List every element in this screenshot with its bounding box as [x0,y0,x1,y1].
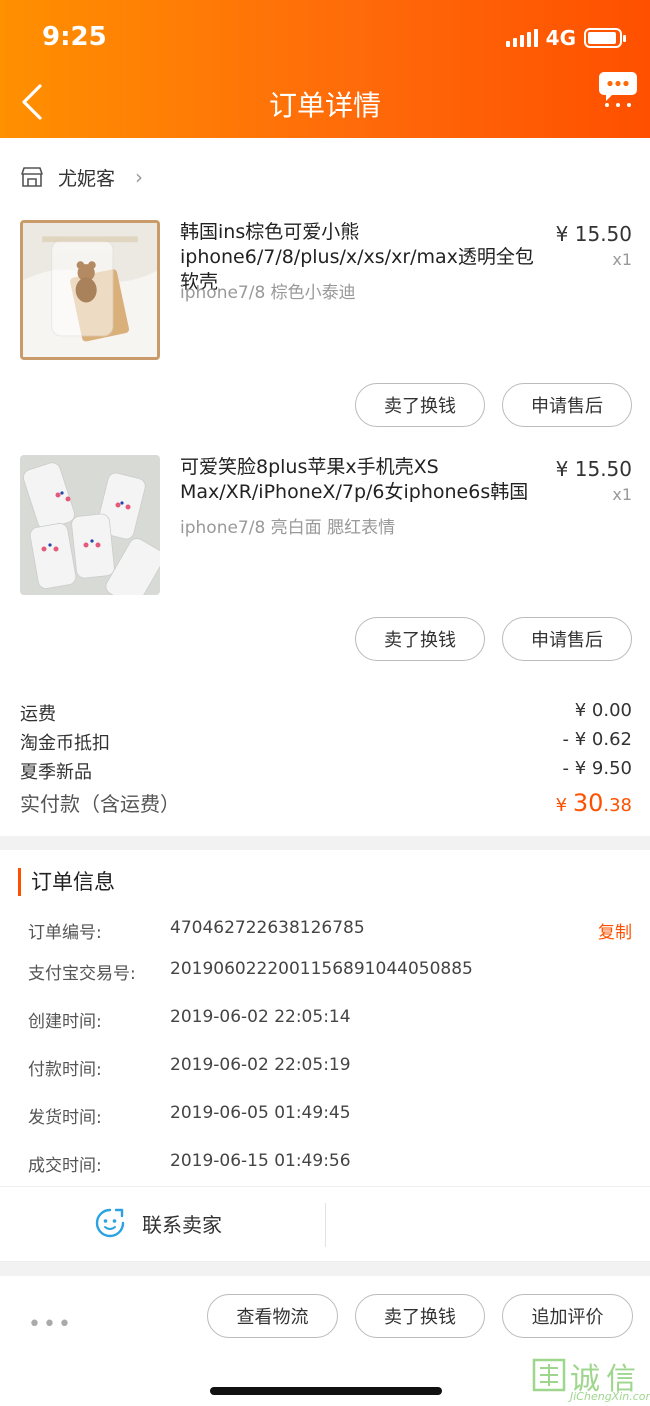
info-label: 创建时间: [28,1012,102,1032]
more-chat-icon[interactable] [598,68,638,108]
item-sku: iphone7/8 棕色小泰迪 [180,283,356,303]
order-info-title: 订单信息 [18,868,115,896]
info-label: 成交时间: [28,1156,102,1176]
add-review-button[interactable]: 追加评价 [502,1294,633,1338]
home-indicator [210,1387,442,1395]
battery-icon [584,28,626,48]
total-paid-row: 实付款（含运费） ¥ 30.38 [20,788,632,817]
section-divider [0,836,650,850]
info-label: 发货时间: [28,1108,102,1128]
sell-button[interactable]: 卖了换钱 [355,617,485,661]
shop-name: 尤妮客 [58,167,116,190]
watermark-logo-icon [532,1358,566,1392]
store-icon [21,167,43,187]
contact-seller-button[interactable]: 联系卖家 [94,1207,222,1239]
item-title[interactable]: 可爱笑脸8plus苹果x手机壳XS Max/XR/iPhoneX/7p/6女ip… [180,455,548,505]
fee-label: 夏季新品 [20,762,92,783]
watermark: 诚信 JiChengXin.com [530,1352,650,1406]
sell-button[interactable]: 卖了换钱 [355,1294,485,1338]
chat-face-icon [95,1208,125,1238]
info-value: 470462722638126785 [170,918,365,938]
contact-seller-label: 联系卖家 [142,1212,222,1237]
chevron-right-icon: › [135,165,144,189]
info-value: 2019-06-02 22:05:19 [170,1055,351,1075]
total-label: 实付款（含运费） [20,792,180,816]
sell-button[interactable]: 卖了换钱 [355,383,485,427]
item-quantity: x1 [612,250,632,269]
fee-value: - ¥ 0.62 [562,729,632,750]
product-thumbnail[interactable] [20,455,160,595]
fee-label: 淘金币抵扣 [20,733,110,754]
product-thumbnail[interactable] [20,220,160,360]
item-price: ¥ 15.50 [555,457,632,481]
section-divider [0,1262,650,1276]
fee-row-coins: 淘金币抵扣 - ¥ 0.62 [20,729,632,755]
watermark-url: JiChengXin.com [570,1390,650,1403]
network-label: 4G [545,26,576,50]
aftersale-button[interactable]: 申请售后 [502,383,632,427]
fee-value: - ¥ 9.50 [562,758,632,779]
status-time: 9:25 [42,22,107,52]
contact-bar: 联系卖家 [0,1186,650,1262]
fee-row-shipping: 运费 ¥ 0.00 [20,700,632,726]
fee-row-promo: 夏季新品 - ¥ 9.50 [20,758,632,784]
contact-divider [325,1203,326,1247]
info-value: 2019-06-15 01:49:56 [170,1151,351,1171]
more-options-icon[interactable]: ••• [28,1312,73,1337]
page-title: 订单详情 [268,89,381,122]
shop-link[interactable]: 尤妮客 › [20,162,143,192]
fee-label: 运费 [20,704,56,725]
fee-value: ¥ 0.00 [574,700,632,721]
total-currency: ¥ [555,795,573,816]
total-decimal: .38 [603,795,632,816]
copy-button[interactable]: 复制 [598,918,632,943]
signal-icon [505,29,538,47]
app-header: 9:25 4G 订单详情 [0,0,650,138]
info-value: 2019-06-05 01:49:45 [170,1103,351,1123]
total-amount: ¥ 30.38 [556,789,632,817]
info-label: 支付宝交易号: [28,964,136,984]
status-icons: 4G [505,26,626,50]
info-label: 订单编号: [28,923,102,943]
item-quantity: x1 [612,485,632,504]
info-value: 2019-06-02 22:05:14 [170,1007,351,1027]
info-label: 付款时间: [28,1060,102,1080]
total-integer: 30 [572,789,604,817]
item-price: ¥ 15.50 [555,222,632,246]
view-logistics-button[interactable]: 查看物流 [207,1294,338,1338]
info-value: 2019060222001156891044050885 [170,959,473,979]
aftersale-button[interactable]: 申请售后 [502,617,632,661]
item-sku: iphone7/8 亮白面 腮红表情 [180,518,396,538]
